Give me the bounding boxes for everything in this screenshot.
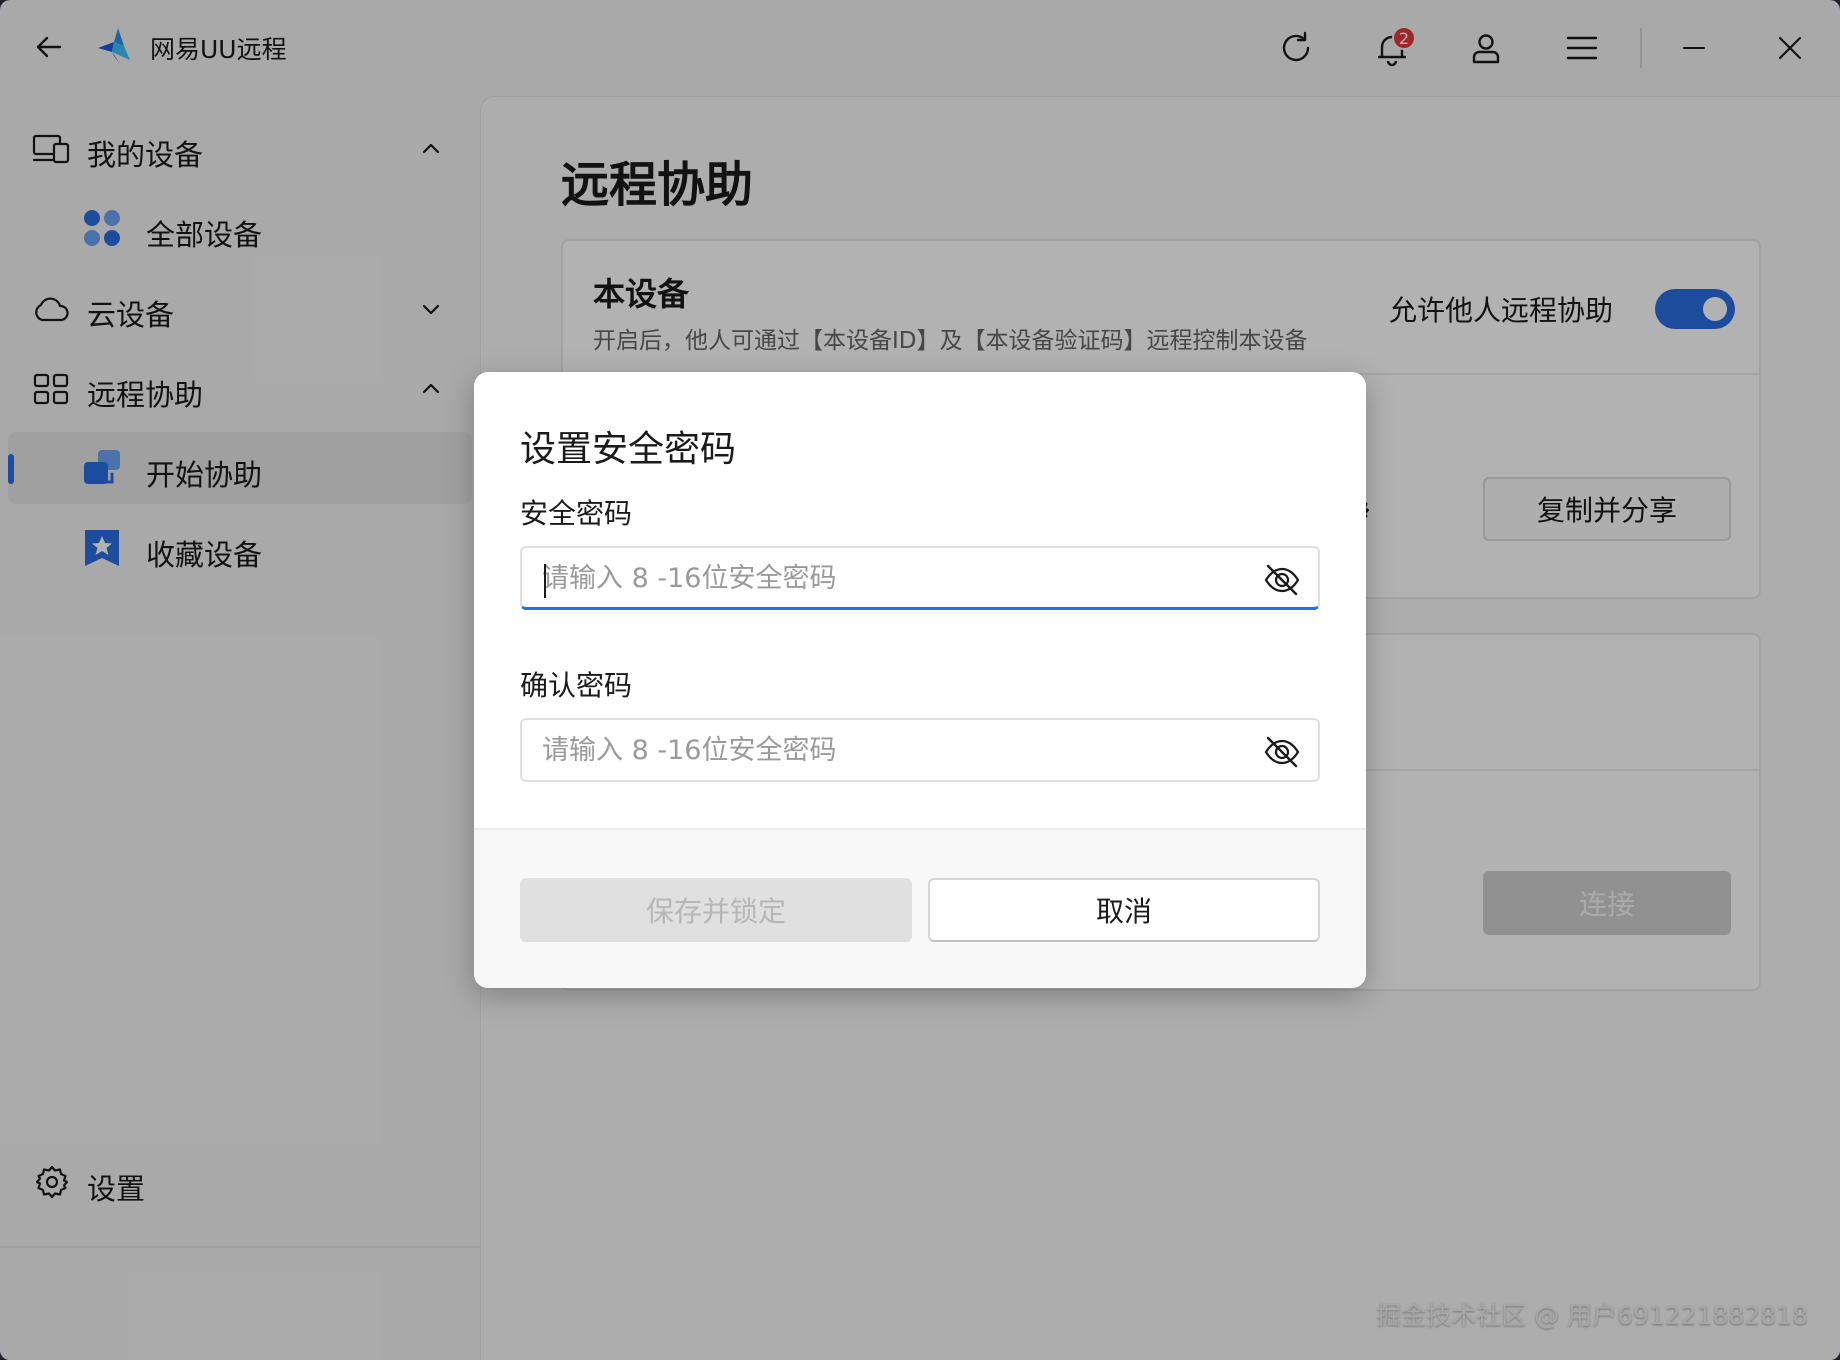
- cancel-button[interactable]: 取消: [928, 878, 1320, 942]
- eye-off-icon[interactable]: [1262, 560, 1302, 600]
- text-caret: [544, 564, 546, 598]
- save-and-lock-button[interactable]: 保存并锁定: [520, 878, 912, 942]
- dialog-footer: 保存并锁定 取消: [474, 828, 1366, 988]
- confirm-password-input[interactable]: [542, 728, 1242, 772]
- confirm-password-field[interactable]: [520, 718, 1320, 782]
- password-field[interactable]: [520, 546, 1320, 610]
- password-input[interactable]: [542, 556, 1242, 600]
- password-label: 安全密码: [520, 497, 633, 530]
- eye-off-icon[interactable]: [1262, 732, 1302, 772]
- set-password-dialog: 设置安全密码 安全密码 确认密码 保存并锁定 取消: [474, 372, 1366, 988]
- dialog-title: 设置安全密码: [520, 429, 737, 470]
- confirm-password-label: 确认密码: [520, 669, 633, 702]
